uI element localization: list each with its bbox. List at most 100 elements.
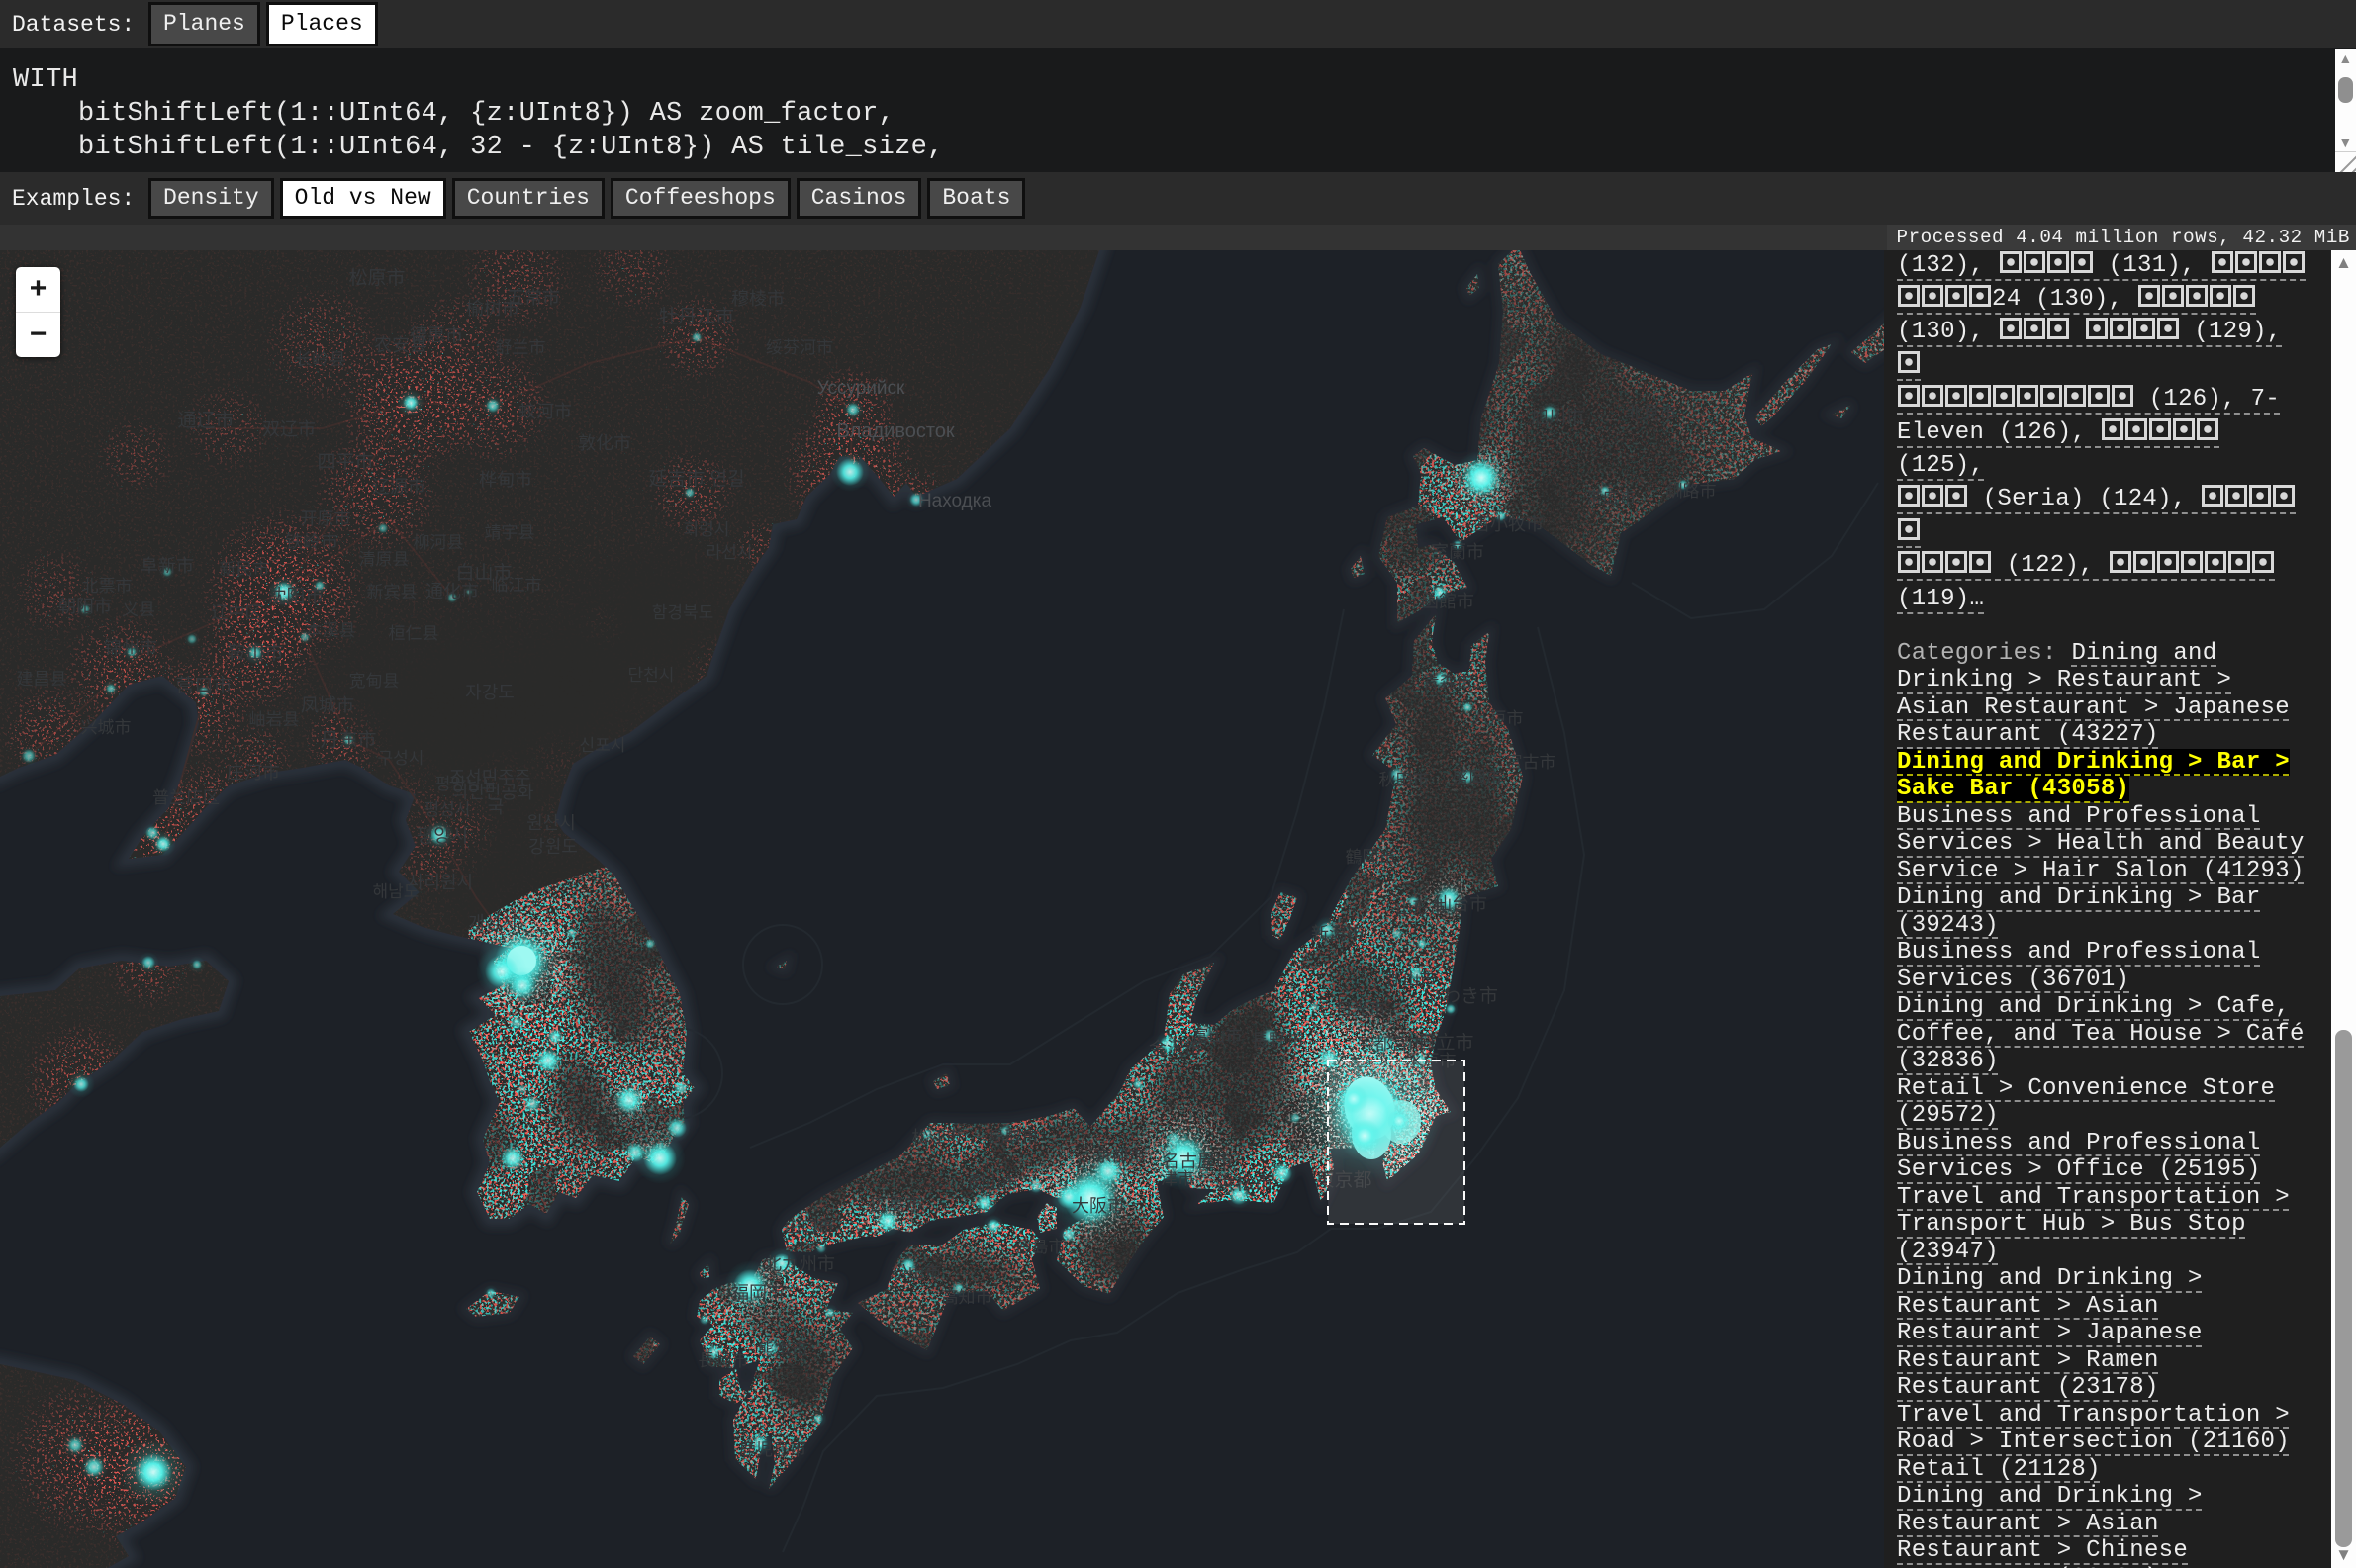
svg-text:개성시: 개성시 <box>468 913 518 933</box>
svg-text:建昌县: 建昌县 <box>17 670 67 689</box>
svg-text:강원도: 강원도 <box>528 837 578 857</box>
svg-text:広島市: 広島市 <box>870 1195 923 1215</box>
svg-text:通辽市: 通辽市 <box>177 410 234 431</box>
svg-text:旭川市: 旭川市 <box>1531 408 1584 427</box>
svg-text:朝阳市: 朝阳市 <box>58 597 112 616</box>
svg-text:鳥取市: 鳥取市 <box>989 1128 1039 1147</box>
svg-text:日光市: 日光市 <box>1336 1000 1386 1019</box>
svg-text:延吉市 연길: 延吉市 연길 <box>648 468 744 490</box>
svg-text:名古屋市: 名古屋市 <box>1162 1152 1233 1171</box>
svg-text:北九州市: 北九州市 <box>764 1254 835 1274</box>
svg-text:长岭县: 长岭县 <box>296 350 346 369</box>
svg-text:丹东市: 丹东市 <box>320 729 376 751</box>
svg-text:Владивосток: Владивосток <box>836 420 955 442</box>
svg-text:苫小牧市: 苫小牧市 <box>1472 514 1544 534</box>
svg-text:青森市: 青森市 <box>1423 673 1473 692</box>
svg-text:평성시: 평성시 <box>424 800 471 819</box>
svg-text:高知市: 高知市 <box>942 1288 992 1307</box>
svg-text:绥芬河市: 绥芬河市 <box>766 338 833 357</box>
svg-text:Находка: Находка <box>918 491 992 511</box>
svg-text:회령시: 회령시 <box>684 520 730 539</box>
svg-text:大阪市: 大阪市 <box>1072 1196 1125 1216</box>
svg-text:津市: 津市 <box>1161 1169 1194 1188</box>
svg-text:鶴岡市: 鶴岡市 <box>1346 848 1396 867</box>
svg-text:帯広市: 帯広市 <box>1586 489 1637 507</box>
svg-text:福岡市: 福岡市 <box>731 1283 785 1303</box>
svg-text:宇都宮市: 宇都宮市 <box>1358 1035 1425 1054</box>
svg-text:富山市: 富山市 <box>1192 1027 1243 1046</box>
svg-text:盛岡市: 盛岡市 <box>1453 769 1503 787</box>
svg-text:庄河市: 庄河市 <box>227 763 280 783</box>
svg-text:岡山市: 岡山市 <box>969 1174 1019 1193</box>
svg-text:辽源市: 辽源市 <box>372 477 425 497</box>
svg-text:松山市: 松山市 <box>892 1263 942 1282</box>
svg-text:鹿児島市: 鹿児島市 <box>739 1440 806 1459</box>
svg-text:松江市: 松江市 <box>912 1128 963 1147</box>
svg-text:鞍山市: 鞍山市 <box>227 642 283 664</box>
svg-text:铁岭市: 铁岭市 <box>285 532 338 552</box>
svg-text:원산시: 원산시 <box>526 813 576 833</box>
svg-text:徳島市: 徳島市 <box>1015 1238 1066 1256</box>
svg-text:本溪县: 本溪县 <box>306 621 356 640</box>
svg-text:宽甸县: 宽甸县 <box>349 672 400 691</box>
svg-text:清原县: 清原县 <box>359 550 410 569</box>
svg-text:新民市: 新民市 <box>220 560 270 579</box>
svg-text:岫岩县: 岫岩县 <box>249 710 300 729</box>
svg-text:라선시: 라선시 <box>707 543 753 562</box>
svg-text:德惠市: 德惠市 <box>410 325 463 345</box>
svg-text:松原市: 松原市 <box>348 267 405 289</box>
svg-text:凤城市: 凤城市 <box>301 695 354 715</box>
svg-text:長野市: 長野市 <box>1251 1031 1304 1051</box>
svg-text:구성시: 구성시 <box>378 749 424 768</box>
svg-text:牡丹江市: 牡丹江市 <box>659 306 734 327</box>
svg-text:宮古市: 宮古市 <box>1506 753 1556 772</box>
svg-text:柳河县: 柳河县 <box>414 533 464 552</box>
svg-text:开原市: 开原市 <box>301 509 351 528</box>
svg-text:八戸市: 八戸市 <box>1473 709 1524 728</box>
svg-text:函館市: 函館市 <box>1421 592 1474 611</box>
svg-text:临江市: 临江市 <box>492 576 542 595</box>
svg-text:山形市: 山形市 <box>1396 899 1447 918</box>
svg-text:浜松市: 浜松市 <box>1216 1172 1272 1194</box>
svg-text:通化市: 通化市 <box>425 582 479 601</box>
svg-text:山口市: 山口市 <box>785 1218 835 1237</box>
svg-text:舒兰市: 舒兰市 <box>496 338 546 357</box>
svg-text:北見市: 北見市 <box>1627 404 1677 422</box>
svg-text:沈阳市: 沈阳市 <box>267 586 324 607</box>
svg-text:兴城市: 兴城市 <box>81 718 132 737</box>
svg-text:蛟河市: 蛟河市 <box>518 402 572 421</box>
svg-text:京都市: 京都市 <box>1095 1147 1146 1165</box>
svg-text:Уссурийск: Уссурийск <box>817 378 905 399</box>
svg-text:四平市: 四平市 <box>317 451 373 473</box>
svg-text:辽中区: 辽中区 <box>212 603 262 622</box>
svg-text:普兰店区: 普兰店区 <box>152 788 220 807</box>
svg-text:郡山市: 郡山市 <box>1386 970 1437 989</box>
svg-text:長崎市: 長崎市 <box>699 1351 749 1370</box>
svg-text:敦化市: 敦化市 <box>578 433 631 453</box>
svg-text:新宾县: 新宾县 <box>367 583 418 601</box>
svg-text:日立市: 日立市 <box>1417 1032 1473 1054</box>
svg-text:北票市: 北票市 <box>82 577 133 596</box>
svg-text:义县: 义县 <box>122 600 155 619</box>
svg-text:营口市: 营口市 <box>175 675 232 696</box>
svg-text:국: 국 <box>488 797 505 817</box>
svg-text:釧路市: 釧路市 <box>1666 482 1717 501</box>
svg-text:신포시: 신포시 <box>580 736 626 755</box>
svg-text:桦甸市: 桦甸市 <box>479 470 532 490</box>
svg-text:新潟市: 新潟市 <box>1311 924 1365 944</box>
svg-text:평양시: 평양시 <box>417 825 468 847</box>
svg-text:锦州市: 锦州市 <box>104 638 157 658</box>
svg-text:秋田市: 秋田市 <box>1379 771 1430 789</box>
svg-text:室蘭市: 室蘭市 <box>1431 542 1484 562</box>
svg-text:함경북도: 함경북도 <box>652 603 714 622</box>
svg-text:双辽市: 双辽市 <box>262 419 316 439</box>
svg-text:해남도: 해남도 <box>373 882 420 901</box>
svg-text:熊本市: 熊本市 <box>758 1340 808 1359</box>
svg-text:靖宇县: 靖宇县 <box>485 523 535 542</box>
svg-text:穆棱市: 穆棱市 <box>731 289 785 309</box>
svg-text:阜新市: 阜新市 <box>141 556 194 576</box>
svg-text:자강도: 자강도 <box>465 683 515 702</box>
svg-text:榆树市: 榆树市 <box>466 299 519 319</box>
svg-text:단천시: 단천시 <box>628 666 675 685</box>
svg-text:桓仁县: 桓仁县 <box>389 624 439 643</box>
